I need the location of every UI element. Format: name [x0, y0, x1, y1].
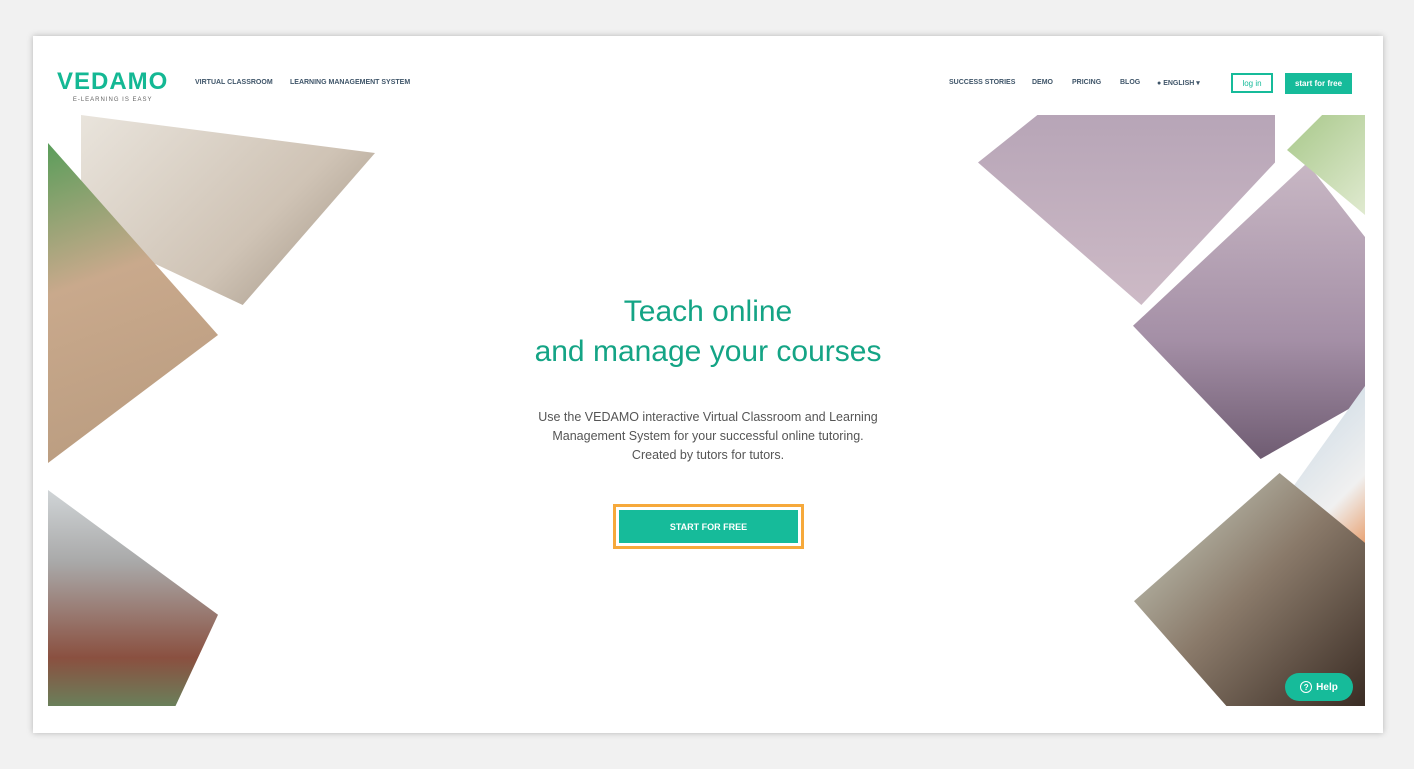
hero-description: Use the VEDAMO interactive Virtual Class… — [538, 410, 878, 462]
cta-highlight: START FOR FREE — [613, 504, 804, 549]
question-icon: ? — [1300, 681, 1313, 693]
nav-pricing[interactable]: PRICING — [1072, 79, 1101, 86]
globe-icon: ● — [1157, 80, 1162, 87]
nav-success-stories[interactable]: SUCCESS STORIES — [949, 79, 1015, 86]
help-label: Help — [1316, 681, 1338, 693]
nav-lms[interactable]: LEARNING MANAGEMENT SYSTEM — [290, 79, 410, 86]
login-button[interactable]: log in — [1231, 73, 1273, 93]
logo[interactable]: VEDAMO E-LEARNING IS EASY — [57, 68, 168, 103]
language-selector[interactable]: ● ENGLISH ▾ — [1157, 79, 1200, 87]
start-free-button[interactable]: start for free — [1285, 73, 1352, 94]
language-label: ENGLISH — [1163, 80, 1195, 87]
hero-image-building — [48, 490, 218, 706]
hero-title: Teach online and manage your courses — [534, 295, 882, 368]
nav-blog[interactable]: BLOG — [1120, 79, 1140, 86]
logo-name: VEDAMO — [57, 68, 169, 95]
page: VEDAMO E-LEARNING IS EASY VIRTUAL CLASSR… — [33, 36, 1383, 733]
nav-virtual-classroom[interactable]: VIRTUAL CLASSROOM — [195, 79, 273, 86]
chevron-down-icon: ▾ — [1196, 80, 1200, 87]
logo-tagline: E-LEARNING IS EASY — [72, 97, 153, 103]
help-button[interactable]: ? Help — [1285, 673, 1353, 701]
start-for-free-cta[interactable]: START FOR FREE — [619, 510, 798, 543]
nav-demo[interactable]: DEMO — [1032, 79, 1053, 86]
